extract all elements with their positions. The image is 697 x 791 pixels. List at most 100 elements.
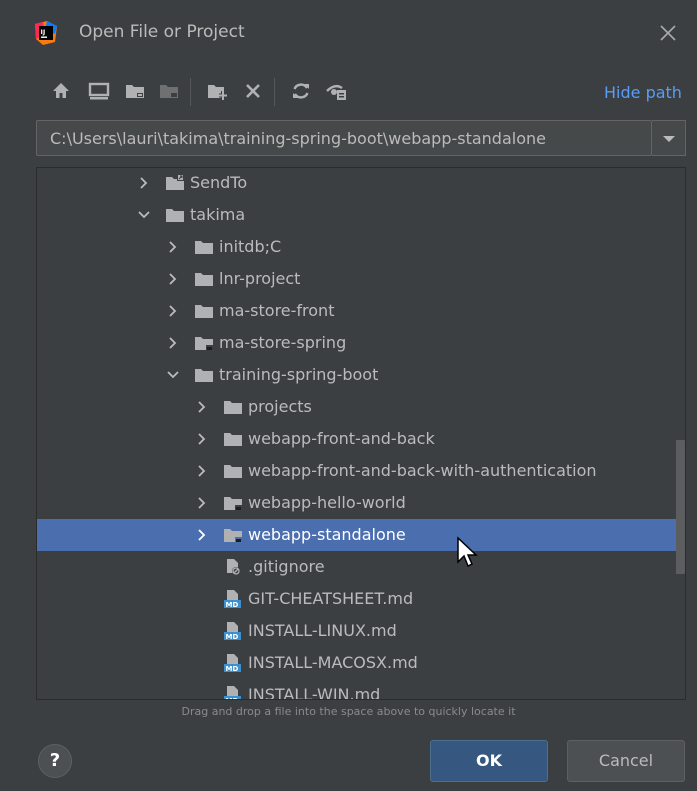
- tree-item-label: .gitignore: [248, 557, 325, 576]
- folder-icon: [195, 305, 213, 318]
- mouse-cursor-icon: [457, 536, 478, 568]
- dialog-title: Open File or Project: [79, 22, 245, 42]
- path-history-dropdown[interactable]: [652, 120, 686, 156]
- tree-item-label: SendTo: [190, 173, 248, 192]
- tree-item-label: ma-store-spring: [219, 333, 347, 352]
- close-button[interactable]: [650, 15, 686, 51]
- show-hidden-icon: [326, 84, 346, 100]
- tree-scrollbar[interactable]: [676, 440, 685, 574]
- path-input-value: C:\Users\lauri\takima\training-spring-bo…: [50, 129, 546, 148]
- project-folder-icon: [195, 337, 213, 351]
- svg-text:MD: MD: [226, 601, 239, 608]
- folder-icon: [195, 241, 213, 254]
- tree-item-label: webapp-hello-world: [248, 493, 406, 512]
- path-input[interactable]: C:\Users\lauri\takima\training-spring-bo…: [36, 120, 652, 156]
- shortcut-folder-icon: [166, 174, 184, 190]
- tree-row[interactable]: .gitignore: [37, 551, 685, 583]
- chevron-right-icon[interactable]: [195, 496, 209, 510]
- tree-row[interactable]: MD INSTALL-LINUX.md: [37, 615, 685, 647]
- tree-row[interactable]: MD GIT-CHEATSHEET.md: [37, 583, 685, 615]
- toolbar-separator: [274, 78, 275, 106]
- file-tree[interactable]: SendTo takima initdb;C lnr-project ma-store-…: [36, 167, 686, 700]
- tree-row[interactable]: lnr-project: [37, 263, 685, 295]
- tree-row[interactable]: training-spring-boot: [37, 359, 685, 391]
- chevron-down-icon[interactable]: [137, 208, 151, 222]
- new-folder-button[interactable]: [204, 78, 230, 104]
- new-folder-icon: [208, 85, 227, 100]
- tree-item-label: webapp-front-and-back: [248, 429, 435, 448]
- folder-icon: [195, 369, 213, 382]
- refresh-icon: [293, 83, 309, 99]
- tree-item-label: INSTALL-MACOSX.md: [248, 653, 418, 672]
- project-folder-icon: [224, 529, 242, 543]
- module-folder-button[interactable]: [156, 78, 182, 104]
- desktop-button[interactable]: [86, 78, 112, 104]
- folder-icon: [224, 401, 242, 414]
- chevron-right-icon[interactable]: [166, 304, 180, 318]
- project-folder-icon: [224, 497, 242, 511]
- tree-row[interactable]: ma-store-spring: [37, 327, 685, 359]
- svg-text:IJ: IJ: [41, 28, 46, 36]
- tree-item-label: training-spring-boot: [219, 365, 379, 384]
- tree-item-label: webapp-front-and-back-with-authenticatio…: [248, 461, 597, 480]
- tree-item-label: webapp-standalone: [248, 525, 406, 544]
- chevron-right-icon[interactable]: [137, 176, 151, 190]
- folder-icon: [166, 209, 184, 222]
- tree-row[interactable]: webapp-hello-world: [37, 487, 685, 519]
- folder-icon: [224, 433, 242, 446]
- refresh-button[interactable]: [288, 78, 314, 104]
- title-bar: IJ Open File or Project: [0, 0, 697, 62]
- markdown-file-icon: MD: [224, 686, 241, 700]
- folder-icon: [224, 465, 242, 478]
- folder-icon: [195, 273, 213, 286]
- markdown-file-icon: MD: [224, 590, 241, 608]
- tree-item-label: INSTALL-WIN.md: [248, 685, 381, 700]
- tree-row[interactable]: webapp-standalone: [37, 519, 685, 551]
- tree-row[interactable]: projects: [37, 391, 685, 423]
- tree-row[interactable]: ma-store-front: [37, 295, 685, 327]
- tree-item-label: INSTALL-LINUX.md: [248, 621, 397, 640]
- project-folder-button[interactable]: [122, 78, 148, 104]
- tree-row[interactable]: SendTo: [37, 168, 685, 199]
- tree-row[interactable]: webapp-front-and-back: [37, 423, 685, 455]
- ignore-file-icon: [227, 559, 240, 575]
- tree-row[interactable]: webapp-front-and-back-with-authenticatio…: [37, 455, 685, 487]
- desktop-icon: [88, 82, 110, 100]
- chevron-right-icon[interactable]: [195, 464, 209, 478]
- project-folder-icon: [126, 85, 144, 98]
- svg-text:MD: MD: [226, 665, 239, 672]
- module-folder-icon: [160, 85, 178, 98]
- drag-drop-hint: Drag and drop a file into the space abov…: [181, 705, 516, 718]
- chevron-down-icon[interactable]: [166, 368, 180, 382]
- tree-row[interactable]: MD INSTALL-WIN.md: [37, 679, 685, 700]
- toolbar-separator: [190, 78, 191, 106]
- tree-item-label: GIT-CHEATSHEET.md: [248, 589, 414, 608]
- chevron-right-icon[interactable]: [195, 400, 209, 414]
- hide-path-link[interactable]: Hide path: [604, 83, 682, 102]
- tree-row[interactable]: MD INSTALL-MACOSX.md: [37, 647, 685, 679]
- chevron-right-icon[interactable]: [166, 240, 180, 254]
- delete-button[interactable]: [240, 78, 266, 104]
- chevron-right-icon[interactable]: [166, 336, 180, 350]
- svg-text:MD: MD: [226, 697, 239, 700]
- markdown-file-icon: MD: [224, 622, 241, 640]
- home-button[interactable]: [48, 78, 74, 104]
- tree-row[interactable]: takima: [37, 199, 685, 231]
- tree-item-label: ma-store-front: [219, 301, 335, 320]
- cancel-button[interactable]: Cancel: [567, 740, 685, 782]
- tree-item-label: initdb;C: [219, 237, 282, 256]
- chevron-right-icon[interactable]: [166, 272, 180, 286]
- markdown-file-icon: MD: [224, 654, 241, 672]
- chevron-down-icon: [663, 136, 675, 142]
- ok-button[interactable]: OK: [430, 740, 548, 782]
- tree-item-label: takima: [190, 205, 246, 224]
- toolbar: [36, 72, 696, 112]
- tree-item-label: projects: [248, 397, 312, 416]
- chevron-right-icon[interactable]: [195, 528, 209, 542]
- help-button[interactable]: ?: [38, 744, 72, 778]
- show-hidden-button[interactable]: [324, 78, 350, 104]
- intellij-idea-icon: IJ: [33, 20, 59, 46]
- svg-text:MD: MD: [226, 633, 239, 640]
- chevron-right-icon[interactable]: [195, 432, 209, 446]
- tree-row[interactable]: initdb;C: [37, 231, 685, 263]
